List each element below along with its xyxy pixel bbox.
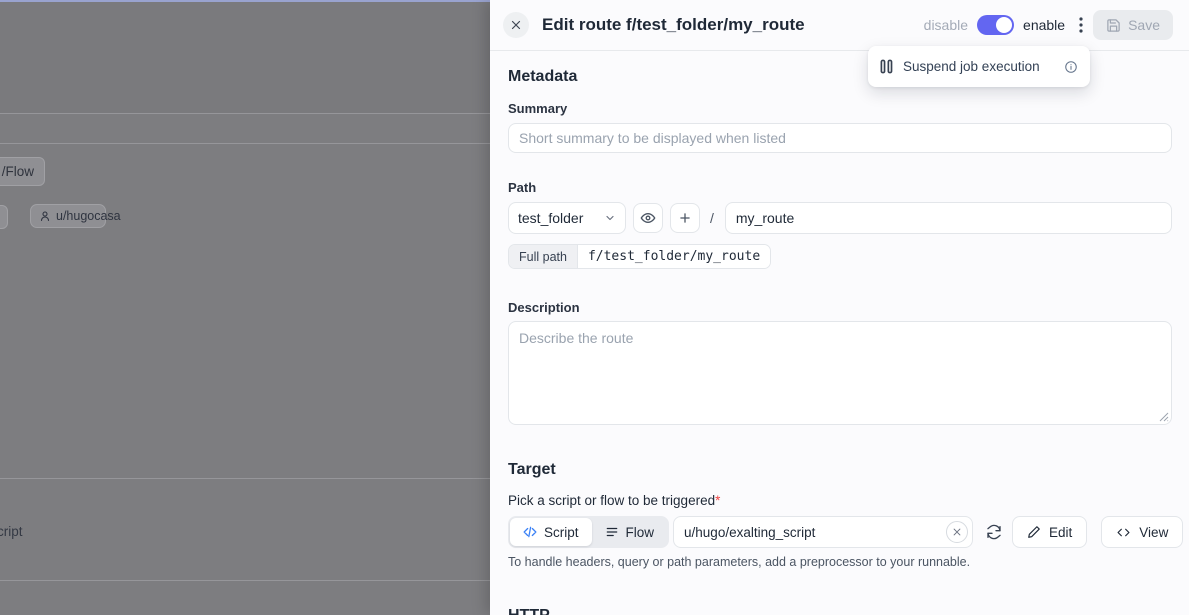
- header-dropdown-menu: Suspend job execution: [868, 46, 1090, 87]
- edit-button[interactable]: Edit: [1012, 516, 1087, 548]
- full-path-value: f/test_folder/my_route: [578, 245, 770, 268]
- more-options-button[interactable]: [1079, 17, 1083, 33]
- overlay-dimmed-page: /Flow u/hugocasa cript: [0, 0, 490, 615]
- drawer-header: Edit route f/test_folder/my_route disabl…: [490, 0, 1189, 51]
- description-textarea[interactable]: [508, 321, 1172, 425]
- runnable-picker: [673, 516, 973, 548]
- divider: [0, 580, 490, 581]
- close-button[interactable]: [503, 12, 529, 38]
- drawer-content: Metadata Summary Path test_folder /: [490, 68, 1189, 615]
- divider: [0, 478, 490, 479]
- code-icon: [523, 525, 537, 539]
- save-button[interactable]: Save: [1093, 10, 1173, 40]
- clear-runnable-button[interactable]: [946, 521, 968, 543]
- top-progress-strip: [0, 0, 490, 2]
- divider: [0, 143, 490, 144]
- description-wrap: [508, 321, 1172, 425]
- enable-toggle[interactable]: [977, 15, 1014, 35]
- background-text-fragment: cript: [0, 524, 23, 539]
- edit-label: Edit: [1049, 525, 1072, 540]
- header-actions: disable enable Save: [924, 10, 1173, 40]
- pause-icon: [880, 59, 893, 74]
- eye-icon: [640, 210, 656, 226]
- background-flow-toggle: /Flow: [0, 157, 45, 186]
- info-icon[interactable]: [1064, 60, 1078, 74]
- path-row: test_folder /: [508, 202, 1172, 234]
- route-name-input[interactable]: [725, 202, 1172, 234]
- path-separator: /: [710, 210, 714, 226]
- tab-script-label: Script: [544, 525, 579, 540]
- kebab-icon: [1079, 17, 1083, 33]
- person-icon: [39, 210, 51, 222]
- view-button[interactable]: View: [1101, 516, 1183, 548]
- http-heading: HTTP: [508, 607, 1172, 615]
- refresh-icon: [986, 524, 1002, 540]
- tab-flow[interactable]: Flow: [592, 518, 668, 546]
- add-folder-button[interactable]: [670, 203, 700, 233]
- disable-label: disable: [924, 17, 968, 33]
- target-row: Script Flow: [508, 516, 1172, 548]
- drawer-title: Edit route f/test_folder/my_route: [542, 15, 805, 35]
- clear-icon: [952, 527, 962, 537]
- folder-select[interactable]: test_folder: [508, 202, 626, 234]
- target-heading: Target: [508, 461, 1172, 479]
- view-folder-button[interactable]: [633, 203, 663, 233]
- chevron-down-icon: [604, 212, 616, 224]
- save-icon: [1106, 18, 1121, 33]
- list-icon: [605, 525, 619, 539]
- user-badge-label: u/hugocasa: [56, 209, 121, 223]
- plus-icon: [678, 211, 692, 225]
- background-cropped-control: [0, 205, 8, 229]
- required-marker: *: [715, 493, 720, 508]
- folder-select-value: test_folder: [518, 210, 583, 226]
- tab-script[interactable]: Script: [510, 518, 592, 546]
- description-label: Description: [508, 300, 1172, 315]
- edit-route-drawer: Edit route f/test_folder/my_route disabl…: [490, 0, 1189, 615]
- pencil-icon: [1027, 525, 1041, 539]
- code-brackets-icon: [1116, 526, 1131, 539]
- toggle-knob: [996, 17, 1012, 33]
- summary-label: Summary: [508, 101, 1172, 116]
- screen: /Flow u/hugocasa cript Edit route f/test…: [0, 0, 1189, 615]
- background-user-badge: u/hugocasa: [30, 204, 106, 228]
- tab-flow-label: Flow: [626, 525, 655, 540]
- flow-toggle-label: /Flow: [2, 164, 34, 179]
- picker-label: Pick a script or flow to be triggered*: [508, 493, 1172, 508]
- path-label: Path: [508, 180, 1172, 195]
- picker-label-text: Pick a script or flow to be triggered: [508, 493, 715, 508]
- summary-input[interactable]: [508, 123, 1172, 153]
- divider: [0, 113, 490, 114]
- refresh-button[interactable]: [986, 524, 1002, 540]
- menu-item-suspend[interactable]: Suspend job execution: [903, 59, 1040, 74]
- full-path-tag: Full path: [509, 245, 578, 268]
- save-label: Save: [1128, 17, 1160, 33]
- preprocessor-helper-text: To handle headers, query or path paramet…: [508, 555, 1172, 569]
- full-path-display: Full path f/test_folder/my_route: [508, 244, 771, 269]
- dimmed-top-band: [0, 0, 490, 113]
- script-flow-toggle: Script Flow: [508, 516, 669, 548]
- runnable-input[interactable]: [673, 516, 973, 548]
- enable-label: enable: [1023, 17, 1065, 33]
- close-icon: [510, 19, 522, 31]
- view-label: View: [1139, 525, 1168, 540]
